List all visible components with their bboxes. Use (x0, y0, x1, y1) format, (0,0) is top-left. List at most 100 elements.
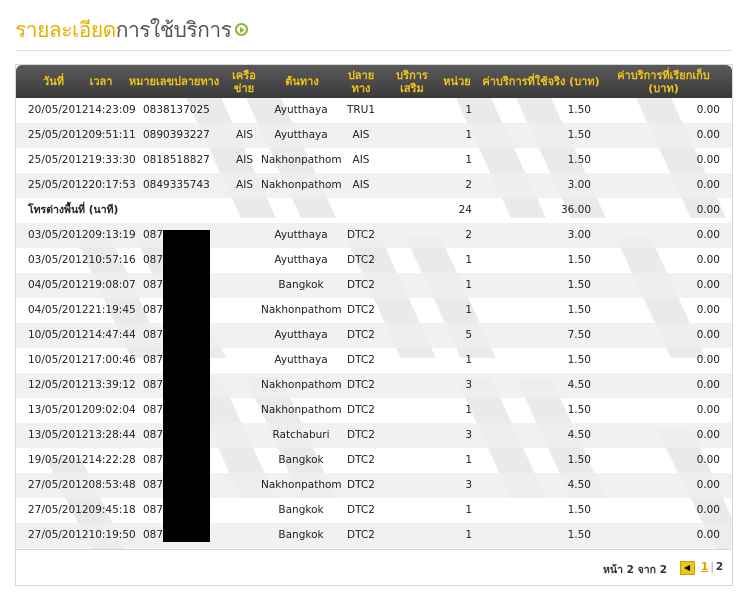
cell-origin: Bangkok (278, 504, 324, 516)
cell-charged: 0.00 (696, 404, 720, 416)
cell-actual: 4.50 (567, 429, 591, 441)
cell-dest: DTC2 (347, 329, 375, 341)
cell-actual: 1.50 (567, 454, 591, 466)
cell-actual: 36.00 (560, 204, 591, 216)
col-header-units: หน่วย (443, 75, 471, 88)
cell-number: 0838137025 (143, 104, 210, 116)
cell-network (221, 273, 253, 298)
cell-units: 1 (465, 104, 472, 116)
cell-origin: Ayutthaya (274, 354, 328, 366)
cell-network: AIS (236, 129, 253, 141)
cell-extra (391, 523, 433, 548)
col-header-destination: ปลายทาง (347, 68, 375, 95)
table-row: 03/05/201209:13:19 087 Ayutthaya DTC2 2 3.00 0… (16, 223, 732, 248)
cell-extra (391, 498, 433, 523)
cell-extra (391, 298, 433, 323)
cell-units: 1 (465, 154, 472, 166)
cell-dest: DTC2 (347, 454, 375, 466)
redaction-block (163, 230, 210, 542)
cell-units: 3 (465, 479, 472, 491)
cell-units: 1 (465, 129, 472, 141)
cell-actual: 1.50 (567, 254, 591, 266)
cell-actual: 1.50 (567, 129, 591, 141)
cell-units: 3 (465, 429, 472, 441)
table-header: วันที่ เวลา หมายเลขปลายทาง เครือข่าย ต้น… (16, 65, 732, 98)
cell-charged: 0.00 (696, 279, 720, 291)
cell-origin: Ayutthaya (274, 104, 328, 116)
page-link-2[interactable]: 2 (716, 561, 723, 573)
table-row: 20/05/201214:23:09 0838137025 Ayutthaya TRU… (16, 98, 732, 123)
table-row: 04/05/201221:19:45 087 Nakhonpathom DTC2 1 1.… (16, 298, 732, 323)
table-row: 13/05/201209:02:04 087 Nakhonpathom DTC2 1 1.… (16, 398, 732, 423)
table-row: 25/05/201209:51:11 0890393227 AIS Ayutthaya… (16, 123, 732, 148)
col-header-billed-charge: ค่าบริการที่เรียกเก็บ (บาท) (617, 68, 710, 95)
table-body: 20/05/201214:23:09 0838137025 Ayutthaya TRU… (16, 98, 732, 548)
cell-charged: 0.00 (696, 429, 720, 441)
cell-network (221, 323, 253, 348)
cell-actual: 4.50 (567, 479, 591, 491)
table-row: 12/05/201213:39:12 087 Nakhonpathom DTC2 3 4.… (16, 373, 732, 398)
cell-origin: Bangkok (278, 529, 324, 541)
cell-datetime: 10/05/201217:00:46 (28, 354, 136, 366)
cell-units: 1 (465, 354, 472, 366)
cell-charged: 0.00 (696, 329, 720, 341)
cell-datetime: 27/05/201208:53:48 (28, 479, 136, 491)
cell-charged: 0.00 (696, 154, 720, 166)
cell-extra (391, 248, 433, 273)
table-row: 19/05/201214:22:28 087 Bangkok DTC2 1 1.50 0.0… (16, 448, 732, 473)
cell-origin: Nakhonpathom (261, 179, 342, 191)
title-divider (15, 50, 732, 51)
table-row: 10/05/201217:00:46 087 Ayutthaya DTC2 1 1.50 0… (16, 348, 732, 373)
cell-actual: 3.00 (567, 229, 591, 241)
cell-charged: 0.00 (696, 129, 720, 141)
page-link-1[interactable]: 1 (701, 561, 708, 573)
cell-datetime: 13/05/201209:02:04 (28, 404, 136, 416)
cell-datetime: 25/05/201219:33:30 (28, 154, 136, 166)
table-row: 13/05/201213:28:44 087 Ratchaburi DTC2 3 4.50… (16, 423, 732, 448)
cell-origin: Ayutthaya (274, 129, 328, 141)
cell-dest: DTC2 (347, 504, 375, 516)
cell-network (221, 523, 253, 548)
circle-arrow-icon[interactable] (235, 22, 249, 36)
cell-dest: DTC2 (347, 429, 375, 441)
col-header-origin: ต้นทาง (285, 75, 319, 88)
cell-actual: 1.50 (567, 404, 591, 416)
cell-origin: Nakhonpathom (261, 304, 342, 316)
cell-actual: 1.50 (567, 279, 591, 291)
cell-charged: 0.00 (696, 479, 720, 491)
table-row: 27/05/201208:53:48 087 Nakhonpathom DTC2 3 4.… (16, 473, 732, 498)
cell-dest: DTC2 (347, 404, 375, 416)
cell-dest: DTC2 (347, 304, 375, 316)
cell-units: 2 (465, 179, 472, 191)
cell-extra (391, 173, 433, 198)
cell-units: 1 (465, 504, 472, 516)
col-header-actual-charge: ค่าบริการที่ใช้จริง (บาท) (482, 75, 600, 88)
cell-dest: DTC2 (347, 529, 375, 541)
cell-extra (391, 223, 433, 248)
cell-datetime: 13/05/201213:28:44 (28, 429, 136, 441)
cell-datetime: 25/05/201220:17:53 (28, 179, 136, 191)
cell-origin: Nakhonpathom (261, 404, 342, 416)
cell-actual: 1.50 (567, 104, 591, 116)
cell-dest: AIS (352, 179, 370, 191)
cell-origin: Ayutthaya (274, 254, 328, 266)
cell-charged: 0.00 (696, 104, 720, 116)
cell-charged: 0.00 (696, 454, 720, 466)
page-title-part2: การใช้บริการ (115, 18, 232, 42)
cell-actual: 7.50 (567, 329, 591, 341)
cell-units: 1 (465, 404, 472, 416)
cell-extra (391, 148, 433, 173)
pagination: 1 | 2 (701, 561, 723, 573)
cell-network (221, 398, 253, 423)
arrow-left-icon[interactable] (680, 561, 695, 575)
cell-actual: 3.00 (567, 179, 591, 191)
cell-extra (391, 423, 433, 448)
cell-number: 0818518827 (143, 154, 210, 166)
col-header-network: เครือข่าย (232, 68, 256, 95)
cell-network (221, 223, 253, 248)
cell-charged: 0.00 (696, 179, 720, 191)
cell-number: 0890393227 (143, 129, 210, 141)
table-row: 25/05/201220:17:53 0849335743 AIS Nakhonpat… (16, 173, 732, 198)
cell-charged: 0.00 (696, 254, 720, 266)
cell-origin: Ayutthaya (274, 329, 328, 341)
